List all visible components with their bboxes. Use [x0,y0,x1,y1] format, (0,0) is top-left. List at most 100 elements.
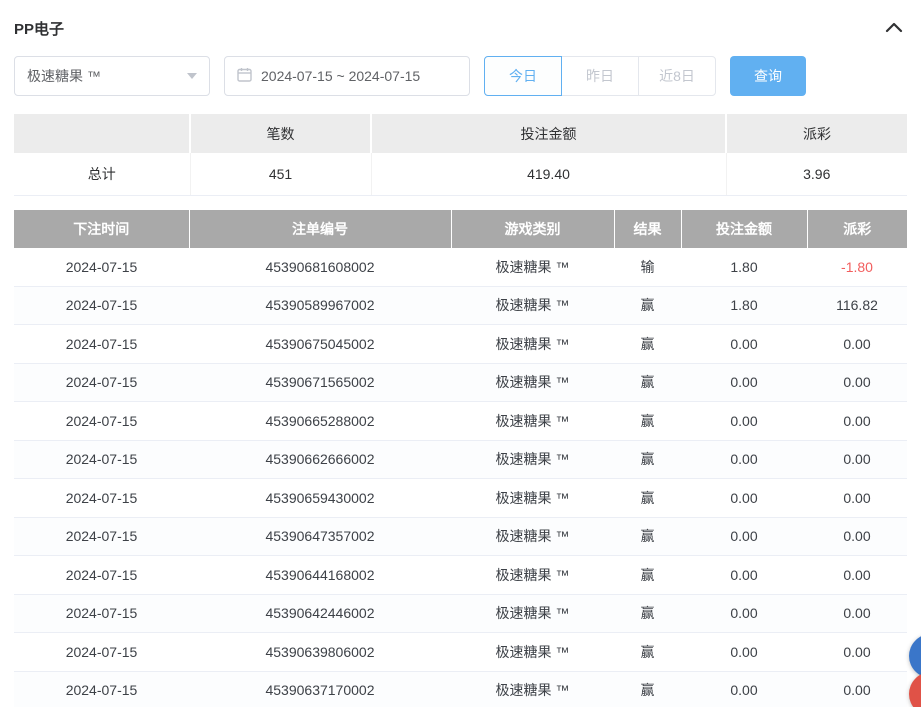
table-cell: 45390681608002 [189,248,451,287]
table-cell: 赢 [614,479,681,518]
floating-button-red[interactable] [909,672,921,707]
range-button-today[interactable]: 今日 [484,56,562,96]
table-cell: 赢 [614,633,681,672]
table-row: 2024-07-1545390675045002极速糖果 ™赢0.000.00 [14,325,907,364]
table-cell: 2024-07-15 [14,325,189,364]
table-cell: 2024-07-15 [14,671,189,707]
table-cell: 45390671565002 [189,363,451,402]
table-cell: 赢 [614,286,681,325]
table-cell: 极速糖果 ™ [451,633,614,672]
collapse-panel-button[interactable] [881,16,907,40]
detail-header-result: 结果 [614,210,681,248]
table-cell: 极速糖果 ™ [451,671,614,707]
detail-header-ticket-id: 注单编号 [189,210,451,248]
table-cell: 极速糖果 ™ [451,440,614,479]
table-cell: 极速糖果 ™ [451,402,614,441]
table-cell: 0.00 [807,671,907,707]
table-cell: 1.80 [681,248,807,287]
date-range-input[interactable]: 2024-07-15 ~ 2024-07-15 [224,56,470,96]
filter-bar: 极速糖果 ™ 2024-07-15 ~ 2024-07-15 今日 昨日 近8日… [14,56,907,96]
table-row: 2024-07-1545390659430002极速糖果 ™赢0.000.00 [14,479,907,518]
table-cell: 极速糖果 ™ [451,517,614,556]
detail-table-body: 2024-07-1545390681608002极速糖果 ™输1.80-1.80… [14,248,907,707]
summary-total-label: 总计 [14,153,190,195]
table-cell: 赢 [614,671,681,707]
table-cell: 2024-07-15 [14,440,189,479]
chevron-down-icon [187,73,197,79]
table-cell: 2024-07-15 [14,286,189,325]
table-cell: 45390659430002 [189,479,451,518]
table-cell: 0.00 [807,402,907,441]
summary-total-count: 451 [190,153,371,195]
table-cell: 极速糖果 ™ [451,325,614,364]
detail-header-bet-amount: 投注金额 [681,210,807,248]
table-cell: 极速糖果 ™ [451,556,614,595]
summary-header-row: 笔数 投注金额 派彩 [14,114,907,153]
table-cell: 2024-07-15 [14,517,189,556]
floating-button-blue[interactable] [909,634,921,678]
table-cell: 2024-07-15 [14,363,189,402]
table-cell: 赢 [614,517,681,556]
table-cell: 0.00 [681,517,807,556]
table-cell: 0.00 [681,402,807,441]
summary-total-payout: 3.96 [726,153,907,195]
range-button-last8days[interactable]: 近8日 [638,56,716,96]
table-row: 2024-07-1545390671565002极速糖果 ™赢0.000.00 [14,363,907,402]
table-cell: 0.00 [807,633,907,672]
chevron-up-icon [885,20,903,36]
table-cell: 45390589967002 [189,286,451,325]
summary-total-row: 总计 451 419.40 3.96 [14,153,907,195]
table-cell: 赢 [614,325,681,364]
summary-header-empty [14,114,190,153]
table-cell: 45390644168002 [189,556,451,595]
table-row: 2024-07-1545390665288002极速糖果 ™赢0.000.00 [14,402,907,441]
table-cell: 0.00 [681,440,807,479]
search-button[interactable]: 查询 [730,56,806,96]
summary-header-payout: 派彩 [726,114,907,153]
game-select[interactable]: 极速糖果 ™ [14,56,210,96]
table-cell: 0.00 [807,479,907,518]
table-row: 2024-07-1545390642446002极速糖果 ™赢0.000.00 [14,594,907,633]
table-cell: 0.00 [681,556,807,595]
table-cell: 赢 [614,556,681,595]
table-cell: 45390642446002 [189,594,451,633]
table-cell: 0.00 [681,479,807,518]
table-cell: 2024-07-15 [14,248,189,287]
range-button-yesterday[interactable]: 昨日 [561,56,639,96]
table-cell: 45390639806002 [189,633,451,672]
table-row: 2024-07-1545390639806002极速糖果 ™赢0.000.00 [14,633,907,672]
table-cell: 45390637170002 [189,671,451,707]
table-cell: 0.00 [681,363,807,402]
table-cell: 45390662666002 [189,440,451,479]
table-cell: 0.00 [681,633,807,672]
table-cell: 极速糖果 ™ [451,594,614,633]
detail-header-row: 下注时间 注单编号 游戏类别 结果 投注金额 派彩 [14,210,907,248]
table-cell: 0.00 [807,440,907,479]
table-cell: 赢 [614,402,681,441]
detail-header-payout: 派彩 [807,210,907,248]
table-cell: 0.00 [807,556,907,595]
table-cell: 赢 [614,363,681,402]
table-cell: 极速糖果 ™ [451,363,614,402]
detail-table: 下注时间 注单编号 游戏类别 结果 投注金额 派彩 2024-07-154539… [14,210,907,707]
table-row: 2024-07-1545390681608002极速糖果 ™输1.80-1.80 [14,248,907,287]
detail-header-bet-time: 下注时间 [14,210,189,248]
game-select-value: 极速糖果 ™ [27,66,101,86]
detail-header-game-type: 游戏类别 [451,210,614,248]
table-cell: 0.00 [681,671,807,707]
table-cell: 极速糖果 ™ [451,248,614,287]
table-cell: 0.00 [807,517,907,556]
table-cell: 0.00 [807,363,907,402]
table-cell: 2024-07-15 [14,633,189,672]
table-row: 2024-07-1545390589967002极速糖果 ™赢1.80116.8… [14,286,907,325]
quick-range-group: 今日 昨日 近8日 [484,56,716,96]
summary-table: 笔数 投注金额 派彩 总计 451 419.40 3.96 [14,114,907,196]
table-cell: 45390647357002 [189,517,451,556]
table-cell: 0.00 [681,325,807,364]
table-cell: 1.80 [681,286,807,325]
table-cell: 0.00 [807,594,907,633]
table-cell: 极速糖果 ™ [451,479,614,518]
table-cell: 0.00 [681,594,807,633]
table-cell: 45390665288002 [189,402,451,441]
table-cell: 0.00 [807,325,907,364]
